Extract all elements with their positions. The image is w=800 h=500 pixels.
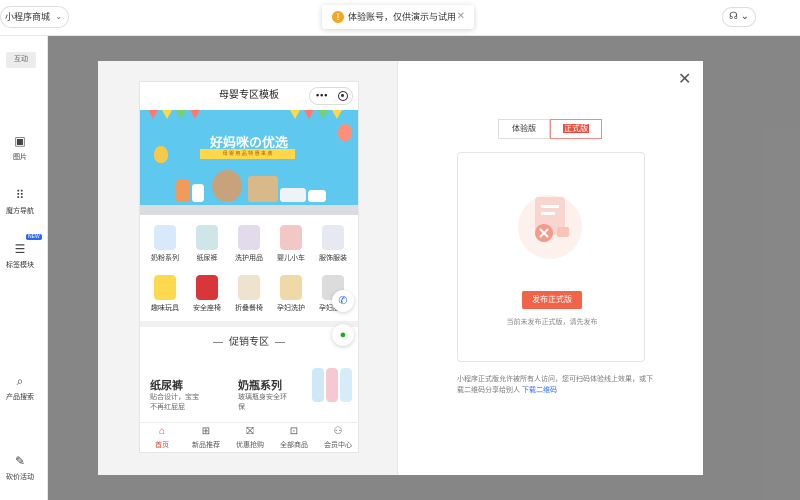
- wechat-icon[interactable]: ●: [332, 324, 354, 346]
- phone-preview: 母婴专区模板 ••• 好妈咪の优选 母 婴 用 品 特 惠 来 袭 奶粉系列 纸…: [139, 81, 359, 453]
- phone-title: 母婴专区模板: [219, 90, 279, 101]
- release-description: 小程序正式版允许被所有人访问，您可扫码体验线上效果，或下载二维码分享给别人 下载…: [457, 376, 653, 394]
- release-panel: 发布正式版 当前未发布正式版，请先发布: [457, 152, 645, 362]
- close-icon[interactable]: ✕: [678, 69, 691, 89]
- sidebar-item-bargain[interactable]: ✎ 砍价活动: [0, 454, 40, 482]
- promo-bottles-desc: 玻璃瓶身安全环保: [238, 394, 287, 411]
- category-grid: 奶粉系列 纸尿裤 洗护用品 婴儿小车 服饰服装 趣味玩具 安全座椅 折叠餐椅 孕…: [140, 215, 358, 327]
- store-select[interactable]: 小程序商城 ⌄: [0, 6, 70, 28]
- promo-section-title: 促销专区: [140, 333, 358, 348]
- publish-release-button[interactable]: 发布正式版: [522, 291, 582, 309]
- image-icon: ▣: [14, 134, 26, 148]
- phone-preview-pane: 母婴专区模板 ••• 好妈咪の优选 母 婴 用 品 特 惠 来 袭 奶粉系列 纸…: [98, 61, 398, 475]
- sidebar-item-label: 魔方导航: [6, 208, 34, 215]
- gift-icon: ⛝: [246, 426, 254, 437]
- chevron-down-icon: ⌄: [740, 11, 750, 22]
- category-item[interactable]: 折叠餐椅: [228, 275, 270, 321]
- user-menu-button[interactable]: ☊ ⌄: [722, 7, 756, 27]
- tab-member[interactable]: ⚇ 会员中心: [316, 423, 358, 452]
- edit-icon: ✎: [14, 454, 26, 468]
- tab-home[interactable]: ⌂ 首页: [140, 423, 184, 452]
- warning-icon: !: [332, 11, 344, 23]
- tab-release-version[interactable]: 正式版: [550, 119, 602, 139]
- banner-subtitle: 母 婴 用 品 特 惠 来 袭: [200, 149, 295, 159]
- search-grid-icon: ⌕: [16, 374, 24, 388]
- notice-text: 体验账号，仅供演示与试用: [348, 12, 457, 22]
- sidebar-item-label: 图片: [13, 154, 27, 161]
- notice-toast: ! 体验账号，仅供演示与试用 ✕: [322, 5, 474, 29]
- target-icon: [338, 91, 348, 101]
- sidebar-item-product-search[interactable]: ⌕ 产品搜索: [0, 374, 40, 402]
- download-qrcode-link[interactable]: 下载二维码: [522, 387, 557, 394]
- grid-icon: ⠿: [15, 188, 25, 202]
- headset-icon: ☊: [728, 11, 738, 22]
- sidebar-item-tag-module[interactable]: NEW ☰ 标签模块: [0, 234, 42, 270]
- category-item[interactable]: 洗护用品: [228, 225, 270, 271]
- category-item[interactable]: 趣味玩具: [144, 275, 186, 321]
- list-icon: ☰: [14, 242, 26, 256]
- tab-trial-version[interactable]: 体验版: [498, 119, 550, 139]
- promo-bottles-title: 奶瓶系列: [238, 380, 282, 392]
- user-icon: ⚇: [333, 426, 343, 437]
- sidebar: 互动 ▣ 图片 ⠿ 魔方导航 NEW ☰ 标签模块 ⌕ 产品搜索 ✎ 砍价活动: [0, 36, 48, 500]
- promo-section: 纸尿裤 贴合设计，宝宝不再红屁屁 奶瓶系列 玻璃瓶身安全环保: [140, 368, 358, 424]
- mini-program-capsule: •••: [309, 87, 353, 105]
- store-name: 小程序商城: [5, 12, 51, 22]
- close-icon[interactable]: ✕: [457, 5, 465, 29]
- tab-new[interactable]: ⊞ 新品推荐: [184, 423, 228, 452]
- category-item[interactable]: 纸尿裤: [186, 225, 228, 271]
- new-badge: NEW: [26, 234, 42, 240]
- tab-deals[interactable]: ⛝ 优惠抢购: [228, 423, 272, 452]
- more-icon: •••: [316, 90, 329, 100]
- category-item[interactable]: 服饰服装: [312, 225, 354, 271]
- sidebar-item-cube-nav[interactable]: ⠿ 魔方导航: [0, 188, 40, 216]
- promo-diapers-desc: 贴合设计，宝宝不再红屁屁: [150, 394, 199, 411]
- phone-call-icon[interactable]: ✆: [332, 290, 354, 312]
- sidebar-item-image[interactable]: ▣ 图片: [0, 134, 40, 162]
- sidebar-tab-interact[interactable]: 互动: [6, 52, 36, 68]
- category-item[interactable]: 孕妇洗护: [270, 275, 312, 321]
- empty-document-illustration: [518, 195, 582, 259]
- grid-icon: ⊞: [201, 426, 211, 437]
- phone-header: 母婴专区模板 •••: [140, 82, 358, 110]
- sidebar-item-label: 砍价活动: [6, 474, 34, 481]
- tab-all-products[interactable]: ⊡ 全部商品: [272, 423, 316, 452]
- sidebar-item-label: 产品搜索: [6, 394, 34, 401]
- version-switch: 体验版 正式版: [498, 119, 602, 139]
- promo-diapers-title: 纸尿裤: [150, 380, 183, 392]
- phone-tab-bar: ⌂ 首页 ⊞ 新品推荐 ⛝ 优惠抢购 ⊡ 全部商品 ⚇ 会员中心: [140, 422, 358, 452]
- category-item[interactable]: 婴儿小车: [270, 225, 312, 271]
- bag-icon: ⊡: [289, 426, 299, 437]
- category-item[interactable]: 安全座椅: [186, 275, 228, 321]
- chevron-down-icon: ⌄: [55, 12, 63, 21]
- home-icon: ⌂: [158, 426, 166, 437]
- category-item[interactable]: 奶粉系列: [144, 225, 186, 271]
- banner-image: 好妈咪の优选 母 婴 用 品 特 惠 来 袭: [140, 110, 358, 215]
- sidebar-item-label: 标签模块: [6, 262, 34, 269]
- no-release-hint: 当前未发布正式版，请先发布: [506, 319, 598, 326]
